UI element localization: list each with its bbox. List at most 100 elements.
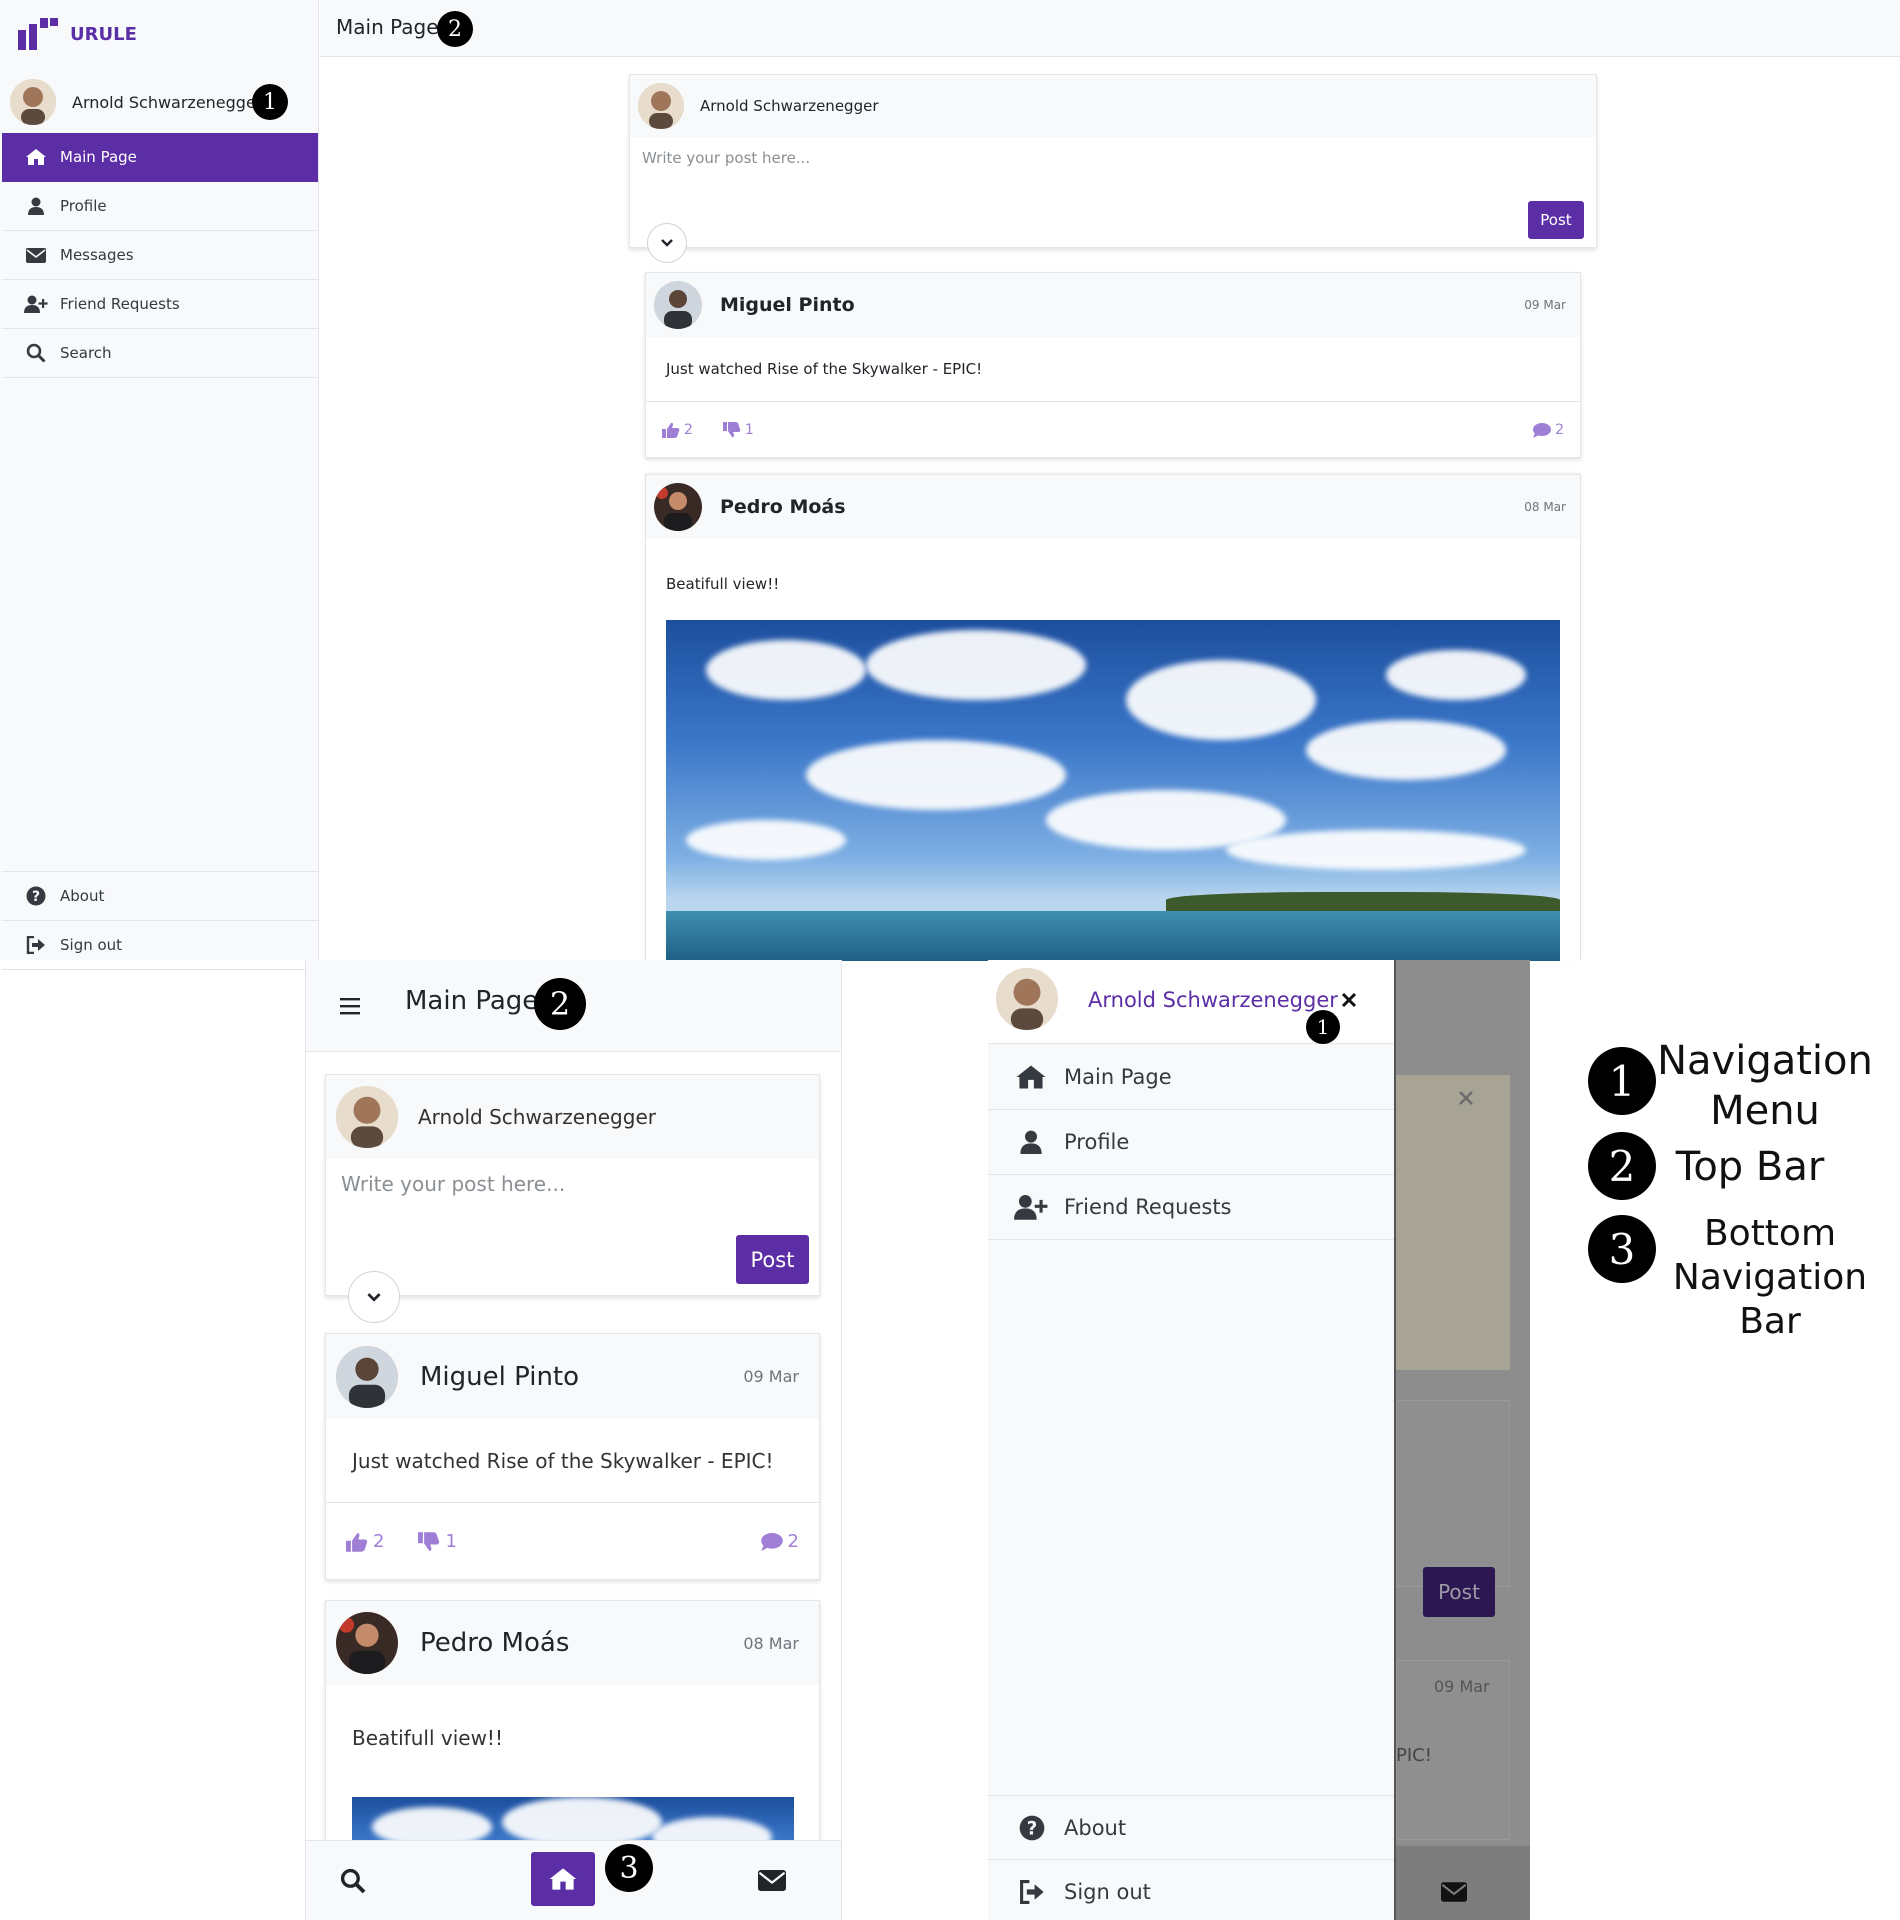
post-date: 08 Mar xyxy=(1524,500,1566,514)
search-icon xyxy=(340,1868,366,1894)
sidebar-item-label: Messages xyxy=(60,246,134,264)
user-avatar[interactable] xyxy=(996,968,1058,1030)
drawer-item-friend-requests[interactable]: Friend Requests xyxy=(988,1175,1394,1240)
comments-button[interactable]: 2 xyxy=(760,1531,799,1552)
bottom-nav-search[interactable] xyxy=(340,1868,366,1894)
drawer-item-about[interactable]: ? About xyxy=(988,1796,1394,1860)
bottom-nav-messages[interactable] xyxy=(758,1870,786,1891)
question-circle-icon: ? xyxy=(24,886,48,906)
close-icon xyxy=(1341,992,1357,1008)
author-avatar[interactable] xyxy=(654,483,702,531)
user-icon xyxy=(1014,1128,1048,1156)
comment-icon xyxy=(760,1532,783,1551)
svg-text:?: ? xyxy=(1027,1818,1038,1839)
background-composer xyxy=(1396,1400,1510,1587)
sign-out-icon xyxy=(24,935,48,955)
post-image[interactable] xyxy=(666,620,1560,961)
annotation-badge-3: 3 xyxy=(605,1844,653,1892)
dislike-button[interactable]: 1 xyxy=(418,1531,457,1552)
like-button[interactable]: 2 xyxy=(662,422,693,438)
sidebar-item-profile[interactable]: Profile xyxy=(2,182,318,231)
desktop-top-bar: Main Page 2 xyxy=(320,0,1900,57)
thumbs-down-icon xyxy=(418,1531,440,1551)
user-plus-icon xyxy=(1014,1193,1048,1221)
post-card: Miguel Pinto 09 Mar Just watched Rise of… xyxy=(645,272,1581,458)
chevron-down-icon xyxy=(367,1292,381,1302)
background-alert xyxy=(1396,1075,1510,1370)
drawer-item-main-page[interactable]: Main Page xyxy=(988,1045,1394,1110)
post-button[interactable]: Post xyxy=(736,1235,809,1284)
background-envelope-icon xyxy=(1441,1882,1467,1902)
sidebar-bottom-nav: ? About Sign out xyxy=(2,871,318,970)
composer-user-name: Arnold Schwarzenegger xyxy=(700,97,879,115)
post-author[interactable]: Pedro Moás xyxy=(720,496,846,518)
hamburger-menu-button[interactable] xyxy=(340,997,360,1015)
comments-button[interactable]: 2 xyxy=(1533,422,1564,438)
bottom-nav-home[interactable] xyxy=(531,1852,595,1906)
composer-header: Arnold Schwarzenegger xyxy=(630,75,1596,137)
sidebar-item-search[interactable]: Search xyxy=(2,329,318,378)
hamburger-icon xyxy=(340,998,360,1015)
comment-icon xyxy=(1533,422,1552,438)
drawer-item-sign-out[interactable]: Sign out xyxy=(988,1860,1394,1920)
dislike-button[interactable]: 1 xyxy=(722,422,754,438)
post-input[interactable]: Write your post here... xyxy=(642,149,810,167)
sidebar-item-about[interactable]: ? About xyxy=(2,872,318,921)
app-logo[interactable]: URULE xyxy=(18,18,137,50)
post-header: Miguel Pinto 09 Mar xyxy=(326,1334,819,1419)
urule-logo-icon xyxy=(18,18,58,50)
home-icon xyxy=(1014,1063,1048,1091)
user-plus-icon xyxy=(24,294,48,314)
background-post-text: PIC! xyxy=(1396,1745,1432,1766)
legend-line: Bottom xyxy=(1703,1213,1837,1254)
page-title: Main Page xyxy=(336,15,439,39)
composer-header: Arnold Schwarzenegger xyxy=(326,1075,819,1159)
sidebar-item-sign-out[interactable]: Sign out xyxy=(2,921,318,970)
author-avatar[interactable] xyxy=(336,1345,398,1408)
sign-out-icon xyxy=(1016,1878,1048,1906)
sidebar-item-label: Friend Requests xyxy=(60,295,180,313)
post-card: Miguel Pinto 09 Mar Just watched Rise of… xyxy=(325,1333,820,1580)
drawer-user-name[interactable]: Arnold Schwarzenegger xyxy=(1088,988,1338,1012)
drawer-item-label: Friend Requests xyxy=(1064,1195,1232,1219)
sidebar-item-main-page[interactable]: Main Page xyxy=(2,133,318,182)
expand-button[interactable] xyxy=(348,1271,400,1323)
mobile-view-drawer-open: Post 09 Mar PIC! Arnold Schwarzenegger 1… xyxy=(988,960,1530,1920)
drawer-nav: Main Page Profile Friend Requests xyxy=(988,1045,1394,1240)
desktop-sidebar: URULE Arnold Schwarzenegger 1 Main Page … xyxy=(0,0,319,970)
like-count: 2 xyxy=(684,422,693,438)
sidebar-user[interactable]: Arnold Schwarzenegger xyxy=(10,78,262,126)
post-button[interactable]: Post xyxy=(1528,201,1584,239)
post-author[interactable]: Pedro Moás xyxy=(420,1628,569,1658)
sidebar-item-friend-requests[interactable]: Friend Requests xyxy=(2,280,318,329)
like-count: 2 xyxy=(373,1531,385,1552)
author-avatar[interactable] xyxy=(336,1612,398,1674)
post-header: Miguel Pinto 09 Mar xyxy=(646,273,1580,337)
sidebar-item-messages[interactable]: Messages xyxy=(2,231,318,280)
like-button[interactable]: 2 xyxy=(346,1531,384,1552)
post-date: 09 Mar xyxy=(1524,298,1566,312)
legend-line: Navigation Bar xyxy=(1672,1257,1868,1342)
legend-badge-2: 2 xyxy=(1588,1132,1656,1200)
mobile-top-bar: Main Page 2 xyxy=(306,960,841,1052)
drawer-header: Arnold Schwarzenegger 1 xyxy=(988,960,1394,1044)
user-avatar xyxy=(638,83,684,129)
navigation-drawer: Arnold Schwarzenegger 1 Main Page Profil… xyxy=(988,960,1396,1920)
comment-count: 2 xyxy=(1555,422,1564,438)
sidebar-user-name: Arnold Schwarzenegger xyxy=(72,92,263,112)
envelope-icon xyxy=(24,245,48,265)
legend-label-bottom-navigation-bar: Bottom Navigation Bar xyxy=(1640,1212,1900,1344)
user-icon xyxy=(24,196,48,216)
search-icon xyxy=(24,343,48,363)
post-input[interactable]: Write your post here... xyxy=(341,1172,565,1196)
post-author[interactable]: Miguel Pinto xyxy=(720,294,855,316)
logo-text: URULE xyxy=(70,23,137,45)
post-header: Pedro Moás 08 Mar xyxy=(326,1601,819,1685)
post-actions: 2 1 2 xyxy=(646,401,1580,458)
post-author[interactable]: Miguel Pinto xyxy=(420,1362,579,1392)
expand-button[interactable] xyxy=(647,223,687,263)
close-drawer-button[interactable] xyxy=(1341,992,1357,1008)
author-avatar[interactable] xyxy=(654,281,702,329)
drawer-item-label: Sign out xyxy=(1064,1879,1151,1904)
drawer-item-profile[interactable]: Profile xyxy=(988,1110,1394,1175)
